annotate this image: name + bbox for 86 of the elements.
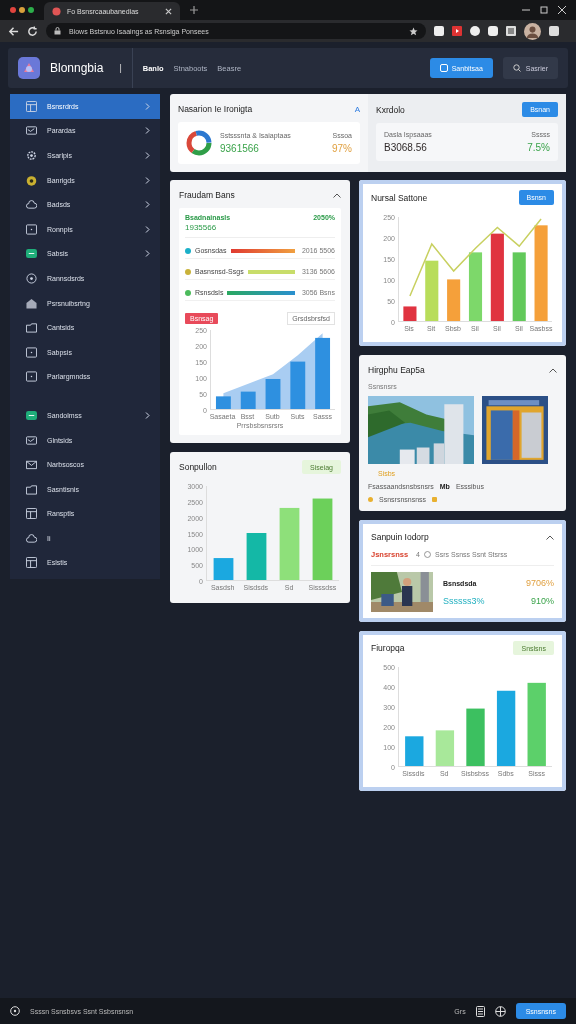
stat-change: 97%: [332, 143, 352, 154]
search-icon: [512, 64, 521, 72]
star-icon[interactable]: [409, 26, 418, 36]
folder-icon: [26, 483, 37, 495]
coin-icon: [26, 174, 37, 186]
avatar-icon[interactable]: [524, 22, 541, 40]
new-tab-icon[interactable]: [190, 6, 198, 14]
bar: [213, 558, 234, 580]
card-icon: [26, 125, 37, 137]
bar: [403, 306, 417, 321]
lock-icon: [54, 27, 61, 35]
separator-mark: |: [119, 63, 122, 73]
bar: [466, 708, 485, 766]
app-name: Blonngbia: [50, 61, 104, 75]
chevron-right-icon: [145, 102, 150, 110]
square-icon: [26, 371, 37, 383]
chevron-right-icon: [145, 152, 150, 159]
chevron-right-icon: [145, 411, 150, 419]
edit-icon: [439, 64, 448, 72]
maximize-icon[interactable]: [540, 6, 548, 14]
card-icon: [26, 434, 37, 446]
close-icon[interactable]: [558, 6, 566, 14]
stat-value: 9361566: [220, 143, 260, 154]
close-icon[interactable]: [165, 7, 172, 15]
sort-button[interactable]: A: [354, 104, 360, 114]
stat-value: 910%: [529, 596, 554, 606]
gear-icon: [26, 150, 37, 161]
chevron-right-icon: [145, 176, 150, 184]
calculator-icon[interactable]: [475, 1005, 485, 1017]
stat-value: Ssssss3%: [443, 596, 486, 606]
bar: [315, 337, 331, 409]
card-title: Fraudam Bans: [179, 190, 235, 200]
chevron-right-icon: [145, 201, 150, 209]
grid-icon: [26, 100, 37, 112]
back-icon[interactable]: [8, 25, 19, 37]
grid-icon: [26, 508, 37, 520]
marker-square: [432, 497, 438, 502]
info-icon[interactable]: [10, 1006, 20, 1016]
chevron-right-icon: [145, 127, 150, 135]
card-title: Fiuropqa: [371, 643, 405, 653]
chevron-up-icon[interactable]: [549, 367, 557, 373]
stat-change: 7.5%: [527, 142, 550, 153]
bar: [246, 533, 267, 580]
target-icon: [26, 272, 37, 284]
grid-icon: [26, 557, 37, 569]
donut-icon: [186, 130, 212, 156]
bar: [512, 252, 526, 321]
marker-dot: [368, 497, 373, 502]
menu-icon[interactable]: [549, 26, 559, 36]
cloud-icon: [26, 199, 37, 211]
card-title: Kxrdolo: [376, 104, 405, 115]
card-title: Hirgphu Eap5a: [368, 365, 425, 375]
card-title: Nursal Sattone: [371, 192, 428, 203]
envelope-icon: [26, 459, 37, 471]
chevron-right-icon: [145, 225, 150, 233]
play-icon[interactable]: [452, 26, 462, 36]
stat-value: 1935566: [185, 223, 218, 232]
card-title: Nasarion Ie Ironigta: [178, 104, 253, 114]
stat-value: 9706%: [525, 578, 554, 588]
list-icon[interactable]: [506, 26, 516, 36]
bar: [290, 361, 306, 409]
clock-icon: [424, 551, 431, 558]
globe-icon[interactable]: [494, 1005, 506, 1017]
chat-icon: [26, 409, 37, 421]
house-icon: [26, 297, 37, 309]
bar: [447, 279, 461, 321]
bar: [435, 730, 455, 766]
app-logo-icon: [18, 57, 40, 79]
reload-icon[interactable]: [27, 25, 38, 37]
site-icon: [52, 6, 61, 16]
bar: [405, 736, 424, 766]
chevron-up-icon[interactable]: [333, 192, 341, 198]
bar: [468, 252, 483, 321]
card-title: Sonpullon: [179, 462, 217, 472]
card-title: Sanpuin Iodorp: [371, 532, 429, 542]
cloud-icon: [26, 532, 37, 544]
bar: [215, 396, 231, 409]
stat-value: B3068.56: [384, 142, 428, 153]
square-icon: [26, 346, 37, 358]
square-icon: [26, 223, 37, 235]
chevron-up-icon[interactable]: [546, 534, 554, 540]
chat-icon: [26, 248, 37, 260]
minimize-icon[interactable]: [522, 6, 530, 14]
folder-icon: [26, 322, 37, 334]
chevron-right-icon: [145, 250, 150, 258]
bar: [425, 260, 439, 321]
